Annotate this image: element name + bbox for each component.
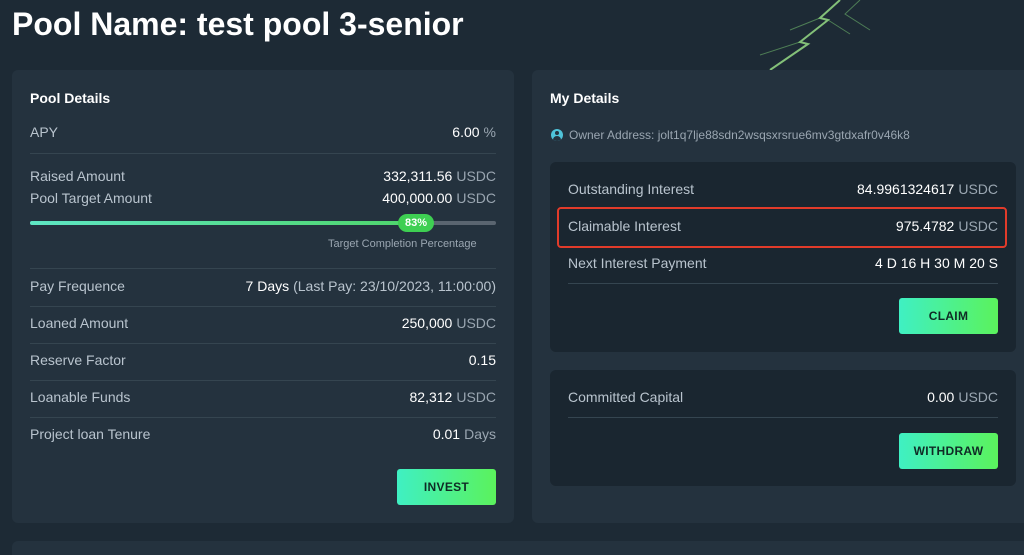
my-details-title: My Details [550,90,620,106]
last-pay-text: (Last Pay: 23/10/2023, 11:00:00) [293,278,496,294]
tenure-value: 0.01 [432,426,461,442]
next-section-card [12,541,1024,555]
apy-row: APY 6.00% [30,124,496,140]
divider [30,380,496,381]
divider [30,417,496,418]
owner-address-text: Owner Address: jolt1q7lje88sdn2wsqsxrsru… [569,128,910,142]
tenure-unit: Days [464,426,496,442]
progress-caption: Target Completion Percentage [328,238,477,250]
loanable-unit: USDC [456,389,496,405]
outstanding-unit: USDC [958,181,998,197]
next-payment-value: 4 D 16 H 30 M 20 S [875,255,998,271]
page-title: Pool Name: test pool 3-senior [12,6,464,42]
outstanding-label: Outstanding Interest [568,181,695,197]
next-payment-label: Next Interest Payment [568,255,707,271]
loanable-row: Loanable Funds 82,312 USDC [30,389,496,405]
progress-fill [30,221,417,225]
committed-row: Committed Capital 0.00 USDC [568,389,998,405]
invest-button[interactable]: INVEST [397,469,496,505]
progress-badge: 83% [398,214,435,232]
divider [30,343,496,344]
pool-details-title: Pool Details [30,90,111,106]
outstanding-row: Outstanding Interest 84.9961324617 USDC [568,181,998,197]
apy-value: 6.00 [452,124,480,140]
target-unit: USDC [456,190,496,206]
outstanding-value: 84.9961324617 [857,181,955,197]
next-payment-row: Next Interest Payment 4 D 16 H 30 M 20 S [568,255,998,271]
reserve-value: 0.15 [468,352,496,368]
raised-row: Raised Amount 332,311.56 USDC [30,168,496,184]
pay-frequence-value: 7 Days [245,278,290,294]
raised-value: 332,311.56 [383,168,453,184]
tenure-label: Project loan Tenure [30,426,151,442]
lightning-decoration [759,0,871,70]
divider [568,417,998,418]
divider [568,283,998,284]
committed-value: 0.00 [927,389,955,405]
loaned-unit: USDC [456,315,496,331]
committed-unit: USDC [958,389,998,405]
loaned-label: Loaned Amount [30,315,129,331]
divider [30,153,496,154]
loanable-label: Loanable Funds [30,389,131,405]
divider [30,306,496,307]
loaned-row: Loaned Amount 250,000 USDC [30,315,496,331]
target-row: Pool Target Amount 400,000.00 USDC [30,190,496,206]
divider [30,268,496,269]
apy-unit: % [483,124,496,140]
claim-button[interactable]: CLAIM [899,298,998,334]
pay-frequence-label: Pay Frequence [30,278,125,294]
reserve-label: Reserve Factor [30,352,126,368]
withdraw-button[interactable]: WITHDRAW [899,433,998,469]
raised-label: Raised Amount [30,168,125,184]
owner-address: Owner Address: jolt1q7lje88sdn2wsqsxrsru… [551,128,910,142]
loanable-value: 82,312 [409,389,453,405]
raised-unit: USDC [456,168,496,184]
apy-label: APY [30,124,59,140]
claimable-highlight [557,207,1007,248]
user-icon [551,129,563,141]
pay-frequence-row: Pay Frequence 7 Days (Last Pay: 23/10/202… [30,278,496,294]
loaned-value: 250,000 [401,315,453,331]
target-value: 400,000.00 [382,190,453,206]
reserve-row: Reserve Factor 0.15 [30,352,496,368]
committed-label: Committed Capital [568,389,684,405]
tenure-row: Project loan Tenure 0.01 Days [30,426,496,442]
target-label: Pool Target Amount [30,190,152,206]
